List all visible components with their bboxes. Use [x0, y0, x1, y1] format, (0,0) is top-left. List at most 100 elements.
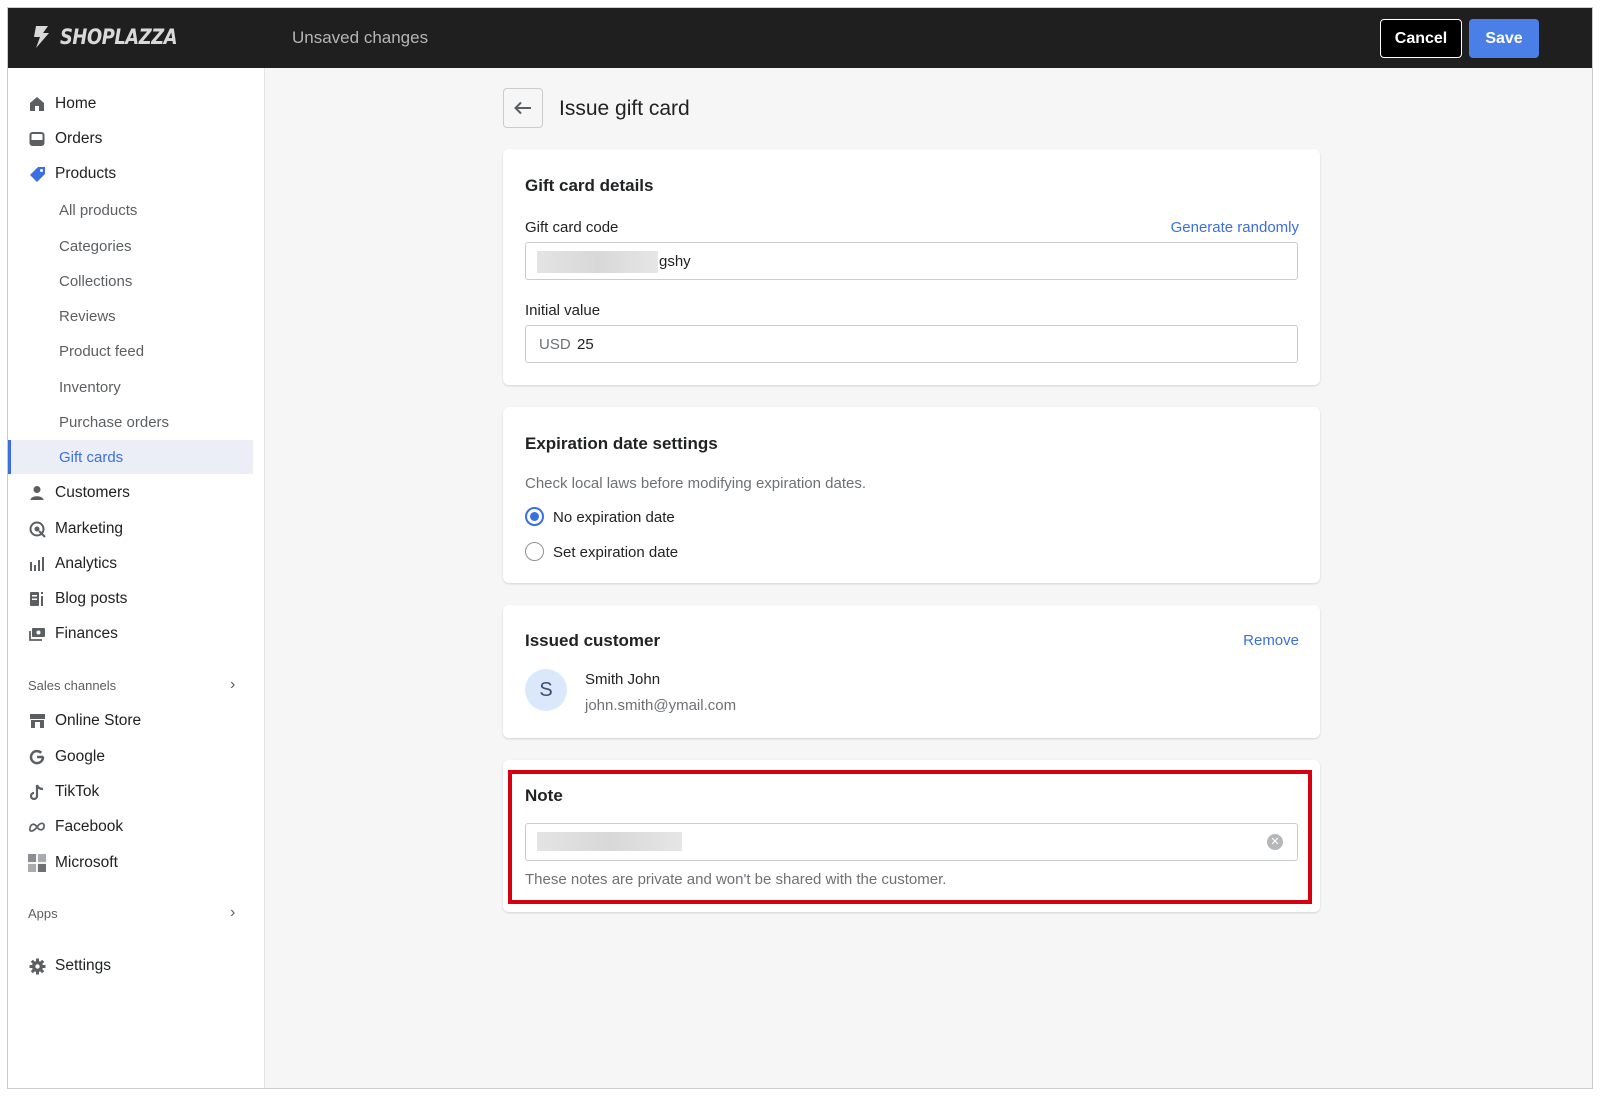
note-input[interactable]: ✕ [525, 823, 1298, 861]
sidebar-item-label: Products [55, 165, 117, 182]
no-expiration-radio[interactable] [525, 507, 544, 526]
sidebar-item-label: Marketing [55, 520, 124, 537]
set-expiration-label[interactable]: Set expiration date [553, 544, 678, 561]
sidebar-item-google[interactable]: Google [8, 740, 253, 774]
microsoft-icon [28, 854, 46, 872]
initial-value-input[interactable]: USD 25 [525, 325, 1298, 363]
redacted-code-blur [537, 251, 658, 273]
sidebar-subitem-product-feed[interactable]: Product feed [8, 334, 253, 368]
sidebar-item-online-store[interactable]: Online Store [8, 704, 253, 738]
issued-customer-title: Issued customer [525, 631, 661, 650]
expiration-hint: Check local laws before modifying expira… [525, 475, 867, 492]
shoplazza-logo[interactable]: SHOPLAZZA [30, 24, 198, 50]
sidebar-subitem-label: Inventory [59, 378, 121, 396]
note-title: Note [525, 786, 563, 805]
initial-value-label: Initial value [525, 302, 601, 319]
sidebar-subitem-inventory[interactable]: Inventory [8, 370, 253, 404]
page-title: Issue gift card [559, 97, 690, 120]
sidebar-item-label: Customers [55, 484, 130, 501]
expiration-settings-title: Expiration date settings [525, 434, 718, 453]
sidebar-item-customers[interactable]: Customers [8, 476, 253, 510]
sidebar-item-label: Online Store [55, 712, 142, 729]
sidebar-subitem-collections[interactable]: Collections [8, 264, 253, 298]
note-card: Note ✕ These notes are private and won't… [503, 760, 1320, 912]
sidebar-item-blog-posts[interactable]: Blog posts [8, 582, 253, 616]
sales-channels-heading: Sales channels [28, 678, 117, 693]
sidebar-subitem-categories[interactable]: Categories [8, 229, 253, 263]
sidebar-subitem-label: Categories [59, 237, 132, 255]
save-button[interactable]: Save [1469, 19, 1539, 58]
home-icon [28, 95, 46, 113]
sidebar-item-orders[interactable]: Orders [8, 122, 253, 156]
sidebar-item-label: Microsoft [55, 854, 118, 871]
remove-customer-link[interactable]: Remove [1243, 632, 1299, 649]
sidebar-item-label: Finances [55, 625, 118, 642]
app-window: SHOPLAZZA Unsaved changes Cancel Save Ho… [7, 7, 1593, 1089]
sidebar-item-marketing[interactable]: Marketing [8, 512, 253, 546]
sidebar-item-products[interactable]: Products [8, 157, 253, 191]
sidebar-subitem-label: Purchase orders [59, 413, 170, 431]
issued-customer-card: Issued customer Remove S Smith John john… [503, 605, 1320, 738]
generate-randomly-link[interactable]: Generate randomly [1171, 219, 1299, 236]
set-expiration-radio[interactable] [525, 542, 544, 561]
person-icon [28, 484, 46, 502]
sidebar-item-analytics[interactable]: Analytics [8, 547, 253, 581]
gift-card-code-input[interactable]: gshy [525, 242, 1298, 280]
sidebar-item-label: Blog posts [55, 590, 128, 607]
unsaved-changes-label: Unsaved changes [292, 28, 429, 47]
arrow-left-icon [514, 101, 531, 115]
sidebar-item-finances[interactable]: Finances [8, 617, 253, 651]
sidebar-item-settings[interactable]: Settings [8, 949, 253, 983]
currency-prefix: USD [539, 336, 571, 353]
sidebar-item-label: Settings [55, 957, 112, 974]
tag-icon [28, 165, 46, 183]
sidebar-item-tiktok[interactable]: TikTok [8, 775, 253, 809]
sidebar-item-label: Analytics [55, 555, 118, 572]
sidebar-item-microsoft[interactable]: Microsoft [8, 846, 253, 880]
store-icon [28, 712, 46, 730]
no-expiration-label[interactable]: No expiration date [553, 509, 675, 526]
sidebar: Home Orders Products All products Catego… [8, 68, 265, 1088]
sidebar-subitem-label: Gift cards [59, 448, 124, 466]
sidebar-subitem-reviews[interactable]: Reviews [8, 299, 253, 333]
target-icon [28, 520, 46, 538]
apps-chevron-right-icon[interactable]: › [230, 904, 235, 922]
redacted-note-blur [537, 832, 682, 851]
gift-card-code-label: Gift card code [525, 219, 619, 236]
clear-input-icon[interactable]: ✕ [1267, 834, 1283, 850]
sidebar-subitem-gift-cards[interactable]: Gift cards [8, 440, 253, 474]
money-icon [28, 625, 46, 643]
initial-value-amount: 25 [577, 336, 594, 353]
sidebar-subitem-all-products[interactable]: All products [8, 193, 253, 227]
back-button[interactable] [503, 88, 543, 128]
sidebar-subitem-purchase-orders[interactable]: Purchase orders [8, 405, 253, 439]
cancel-button[interactable]: Cancel [1380, 19, 1462, 58]
customer-avatar: S [525, 669, 567, 711]
gift-card-details-card: Gift card details Gift card code Generat… [503, 149, 1320, 385]
blog-icon [28, 590, 46, 608]
top-bar: SHOPLAZZA Unsaved changes Cancel Save [8, 8, 1592, 68]
apps-heading: Apps [28, 906, 58, 921]
bar-chart-icon [28, 555, 46, 573]
customer-name[interactable]: Smith John [585, 671, 660, 688]
sidebar-subitem-label: Reviews [59, 307, 116, 325]
sidebar-item-label: TikTok [55, 783, 100, 800]
sidebar-item-label: Facebook [55, 818, 124, 835]
sidebar-item-facebook[interactable]: Facebook [8, 810, 253, 844]
logo-text: SHOPLAZZA [60, 25, 178, 49]
gear-icon [28, 957, 46, 975]
gift-card-code-value: gshy [659, 253, 691, 270]
sidebar-item-label: Google [55, 748, 105, 765]
sidebar-item-label: Orders [55, 130, 103, 147]
sidebar-subitem-label: All products [59, 201, 138, 219]
google-icon [28, 748, 46, 766]
customer-email: john.smith@ymail.com [585, 697, 737, 714]
sidebar-subitem-label: Product feed [59, 342, 145, 360]
expiration-settings-card: Expiration date settings Check local law… [503, 407, 1320, 583]
sidebar-item-home[interactable]: Home [8, 87, 253, 121]
sales-channels-chevron-right-icon[interactable]: › [230, 676, 235, 694]
sidebar-item-label: Home [55, 95, 97, 112]
shoplazza-logo-icon [34, 26, 49, 48]
gift-card-details-title: Gift card details [525, 176, 654, 195]
inbox-icon [28, 130, 46, 148]
